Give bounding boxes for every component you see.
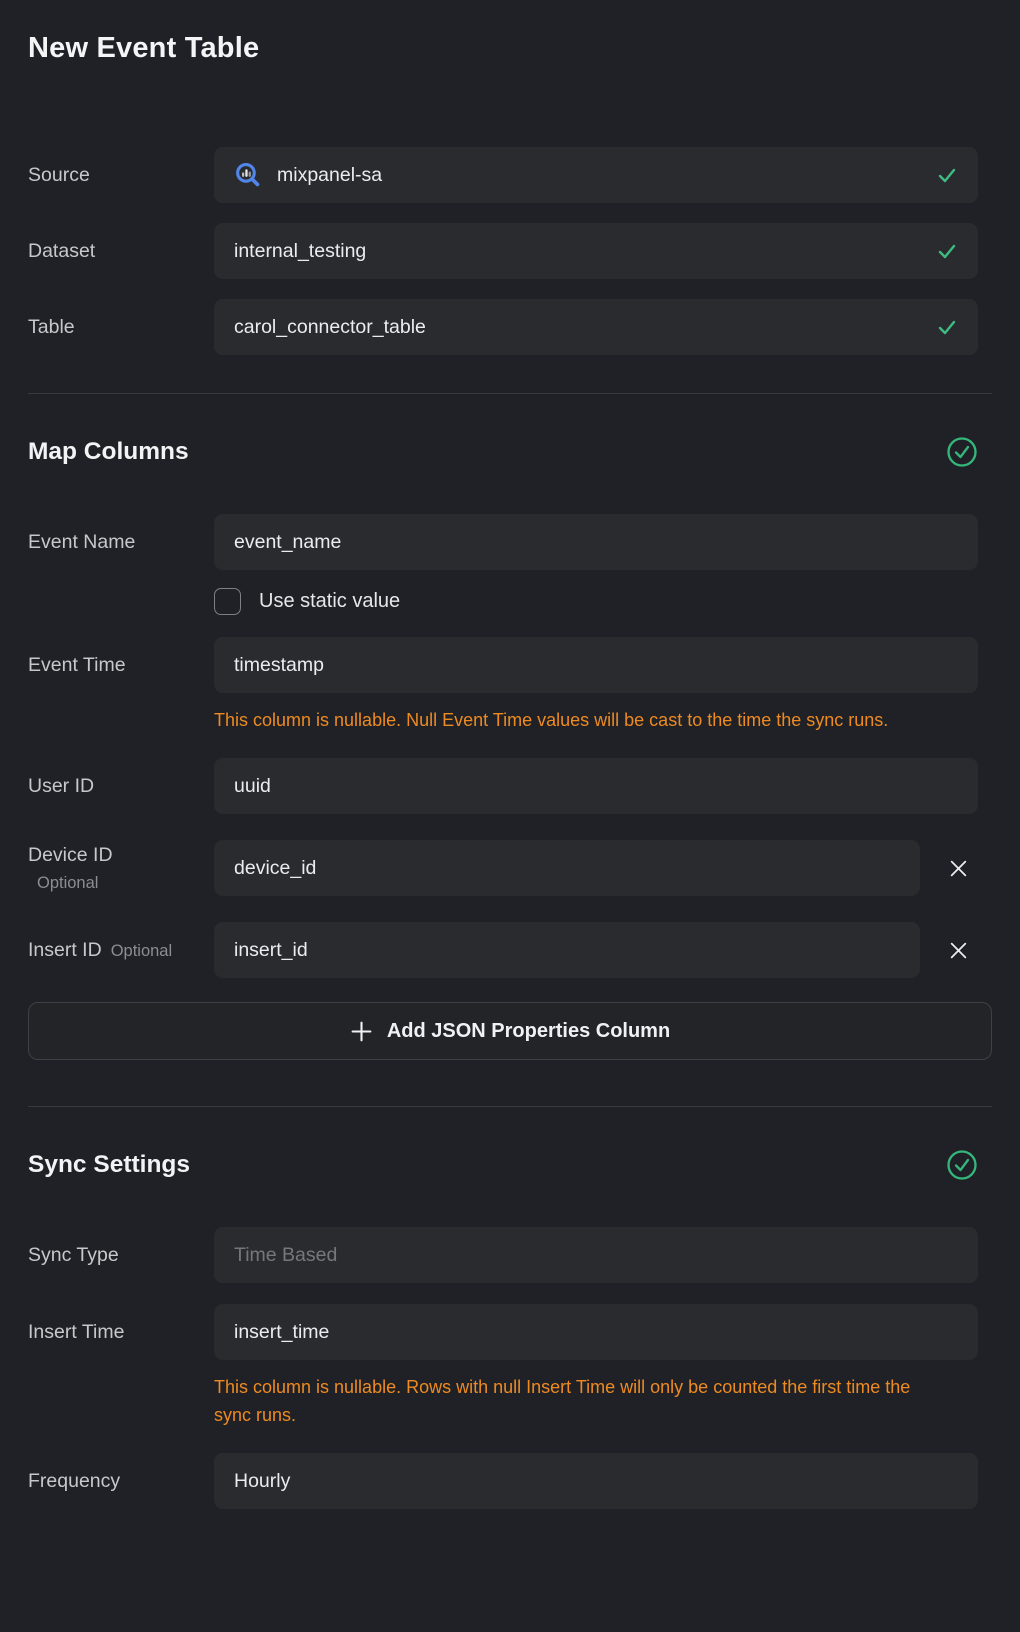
- sync-type-value: Time Based: [234, 1244, 337, 1267]
- sync-type-field: Time Based: [214, 1227, 978, 1283]
- device-id-remove-button[interactable]: [938, 848, 978, 888]
- device-id-row: Device ID Optional device_id: [28, 840, 992, 896]
- frequency-row: Frequency Hourly: [28, 1453, 992, 1509]
- page-title: New Event Table: [28, 32, 992, 65]
- device-id-optional-label: Optional: [28, 874, 214, 893]
- dataset-row: Dataset internal_testing: [28, 223, 992, 279]
- event-name-row: Event Name event_name: [28, 514, 992, 570]
- sync-settings-heading-row: Sync Settings: [28, 1149, 992, 1181]
- user-id-field[interactable]: uuid: [214, 758, 978, 814]
- insert-id-label-text: Insert ID: [28, 939, 102, 961]
- insert-id-value: insert_id: [234, 939, 308, 962]
- section-divider: [28, 393, 992, 394]
- insert-time-value: insert_time: [234, 1321, 329, 1344]
- source-label: Source: [28, 164, 214, 187]
- add-json-properties-label: Add JSON Properties Column: [387, 1020, 670, 1043]
- new-event-table-form: New Event Table Source mixpanel-sa: [0, 0, 1020, 1509]
- frequency-value: Hourly: [234, 1470, 290, 1493]
- section-divider: [28, 1106, 992, 1107]
- dataset-label: Dataset: [28, 240, 214, 263]
- event-time-value: timestamp: [234, 654, 324, 677]
- event-time-nullable-warning: This column is nullable. Null Event Time…: [214, 706, 926, 734]
- insert-id-label: Insert ID Optional: [28, 939, 214, 962]
- user-id-label: User ID: [28, 775, 214, 798]
- source-row: Source mixpanel-sa: [28, 147, 992, 203]
- table-field[interactable]: carol_connector_table: [214, 299, 978, 355]
- table-label: Table: [28, 316, 214, 339]
- connection-section: Source mixpanel-sa: [28, 147, 992, 355]
- insert-time-nullable-warning: This column is nullable. Rows with null …: [214, 1373, 926, 1429]
- circle-check-icon: [946, 1149, 978, 1181]
- device-id-value: device_id: [234, 857, 316, 880]
- device-id-label-text: Device ID: [28, 844, 214, 867]
- table-value: carol_connector_table: [234, 316, 426, 339]
- check-icon: [936, 316, 958, 338]
- close-icon: [948, 858, 969, 879]
- map-columns-heading: Map Columns: [28, 438, 189, 466]
- insert-id-field[interactable]: insert_id: [214, 922, 920, 978]
- map-columns-heading-row: Map Columns: [28, 436, 992, 468]
- use-static-value-checkbox[interactable]: [214, 588, 241, 615]
- insert-time-field[interactable]: insert_time: [214, 1304, 978, 1360]
- frequency-field[interactable]: Hourly: [214, 1453, 978, 1509]
- sync-type-row: Sync Type Time Based: [28, 1227, 992, 1283]
- table-row: Table carol_connector_table: [28, 299, 992, 355]
- device-id-field[interactable]: device_id: [214, 840, 920, 896]
- event-name-label: Event Name: [28, 531, 214, 554]
- event-name-value: event_name: [234, 531, 341, 554]
- event-name-field[interactable]: event_name: [214, 514, 978, 570]
- user-id-row: User ID uuid: [28, 758, 992, 814]
- check-icon: [936, 240, 958, 262]
- event-time-field[interactable]: timestamp: [214, 637, 978, 693]
- dataset-value: internal_testing: [234, 240, 366, 263]
- insert-time-row: Insert Time insert_time: [28, 1304, 992, 1360]
- event-time-row: Event Time timestamp: [28, 637, 992, 693]
- add-json-properties-button[interactable]: Add JSON Properties Column: [28, 1002, 992, 1060]
- insert-id-optional-label: Optional: [111, 942, 172, 960]
- circle-check-icon: [946, 436, 978, 468]
- sync-type-label: Sync Type: [28, 1244, 214, 1267]
- use-static-value-row: Use static value: [214, 588, 992, 615]
- dataset-field[interactable]: internal_testing: [214, 223, 978, 279]
- insert-time-label: Insert Time: [28, 1321, 214, 1344]
- user-id-value: uuid: [234, 775, 271, 798]
- sync-settings-heading: Sync Settings: [28, 1151, 190, 1179]
- source-field[interactable]: mixpanel-sa: [214, 147, 978, 203]
- frequency-label: Frequency: [28, 1470, 214, 1493]
- event-time-label: Event Time: [28, 654, 214, 677]
- use-static-value-label: Use static value: [259, 590, 400, 613]
- device-id-label: Device ID Optional: [28, 844, 214, 893]
- check-icon: [936, 164, 958, 186]
- source-value: mixpanel-sa: [277, 164, 382, 187]
- mixpanel-source-icon: [234, 162, 261, 189]
- insert-id-row: Insert ID Optional insert_id: [28, 922, 992, 978]
- close-icon: [948, 940, 969, 961]
- insert-id-remove-button[interactable]: [938, 930, 978, 970]
- plus-icon: [350, 1020, 373, 1043]
